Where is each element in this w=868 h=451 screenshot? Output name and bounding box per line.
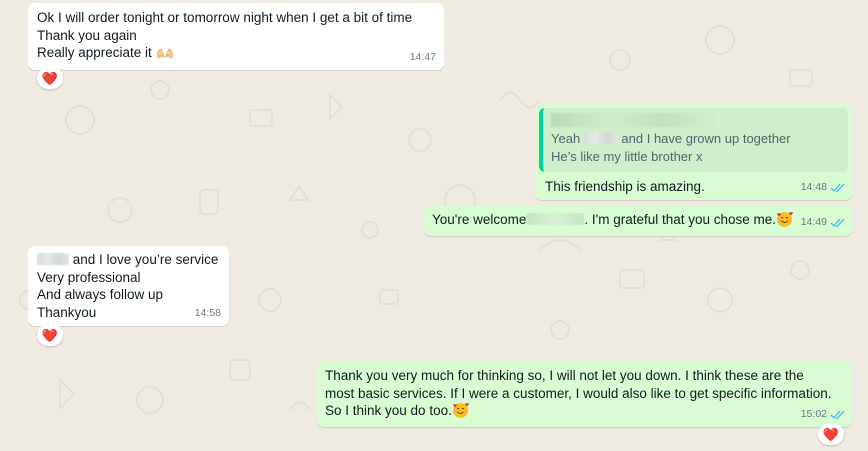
- redacted-author-name: [551, 113, 721, 127]
- message-text-line-with-emoji: Really appreciate it: [37, 44, 435, 65]
- message-text: . I'm grateful that you chose me.: [584, 212, 777, 227]
- open-hands-emoji: [156, 46, 174, 65]
- heart-reaction[interactable]: ❤️: [37, 324, 63, 346]
- message-time: 15:02: [800, 407, 827, 420]
- heart-reaction[interactable]: ❤️: [818, 423, 844, 445]
- message-text-line: and I love you’re service: [37, 251, 220, 269]
- quoted-text: and I have grown up together: [621, 131, 791, 146]
- message-text-line: most basic services. If I were a custome…: [325, 385, 832, 401]
- quoted-text: Yeah: [551, 131, 581, 146]
- message-text: So I think you do too.: [325, 403, 452, 418]
- message-time: 14:48: [800, 180, 827, 193]
- redacted-name: [526, 213, 585, 225]
- heart-reaction-emoji: ❤️: [822, 426, 840, 442]
- quoted-text-line: He’s like my little brother x: [551, 149, 703, 164]
- redacted-name: [583, 132, 618, 144]
- message-meta: 14:58: [195, 305, 221, 323]
- message-meta: 14:47: [410, 49, 436, 67]
- redacted-name: [37, 253, 69, 265]
- message-time: 14:58: [194, 306, 221, 319]
- message-text-line: Very professional: [37, 269, 141, 285]
- message-text-line: Thank you very much for thinking so, I w…: [325, 368, 804, 383]
- read-ticks-icon: [830, 410, 845, 420]
- quoted-author: [551, 113, 838, 129]
- message-meta: 14:48: [801, 179, 846, 197]
- message-meta: 14:49: [801, 214, 846, 232]
- message-text: and I love you’re service: [72, 252, 219, 267]
- outgoing-message[interactable]: You're welcome . I'm grateful that you ch…: [424, 206, 852, 236]
- incoming-message[interactable]: Ok I will order tonight or tomorrow nigh…: [28, 3, 444, 70]
- outgoing-message[interactable]: Thank you very much for thinking so, I w…: [317, 361, 852, 427]
- message-text-line: And always follow up: [37, 287, 164, 302]
- heart-reaction-emoji: ❤️: [41, 70, 59, 86]
- heart-reaction-emoji: ❤️: [41, 327, 59, 343]
- message-time: 14:49: [800, 215, 827, 228]
- message-text-line: Ok I will order tonight or tomorrow nigh…: [37, 10, 413, 25]
- message-text-line-with-emoji: You're welcome . I'm grateful that you ch…: [432, 211, 844, 232]
- quoted-text-line: Yeah and I have grown up together: [551, 130, 838, 148]
- message-text: Really appreciate it: [37, 45, 152, 60]
- read-ticks-icon: [830, 183, 845, 193]
- message-text-line-with-emoji: So I think you do too.: [325, 402, 844, 423]
- incoming-message[interactable]: and I love you’re service Very professio…: [28, 246, 229, 326]
- heart-reaction[interactable]: ❤️: [37, 67, 63, 89]
- read-ticks-icon: [830, 218, 845, 228]
- outgoing-message[interactable]: Yeah and I have grown up together He’s l…: [535, 104, 852, 200]
- quoted-message[interactable]: Yeah and I have grown up together He’s l…: [539, 108, 848, 172]
- message-meta: 15:02: [801, 406, 846, 424]
- smiling-face-with-hearts-emoji: [452, 402, 469, 423]
- smiling-face-with-hearts-emoji: [776, 211, 794, 232]
- message-text: You're welcome: [432, 212, 527, 227]
- message-text-line: Thank you again: [37, 27, 137, 43]
- message-text-line: Thankyou: [37, 304, 97, 320]
- message-time: 14:47: [409, 50, 436, 63]
